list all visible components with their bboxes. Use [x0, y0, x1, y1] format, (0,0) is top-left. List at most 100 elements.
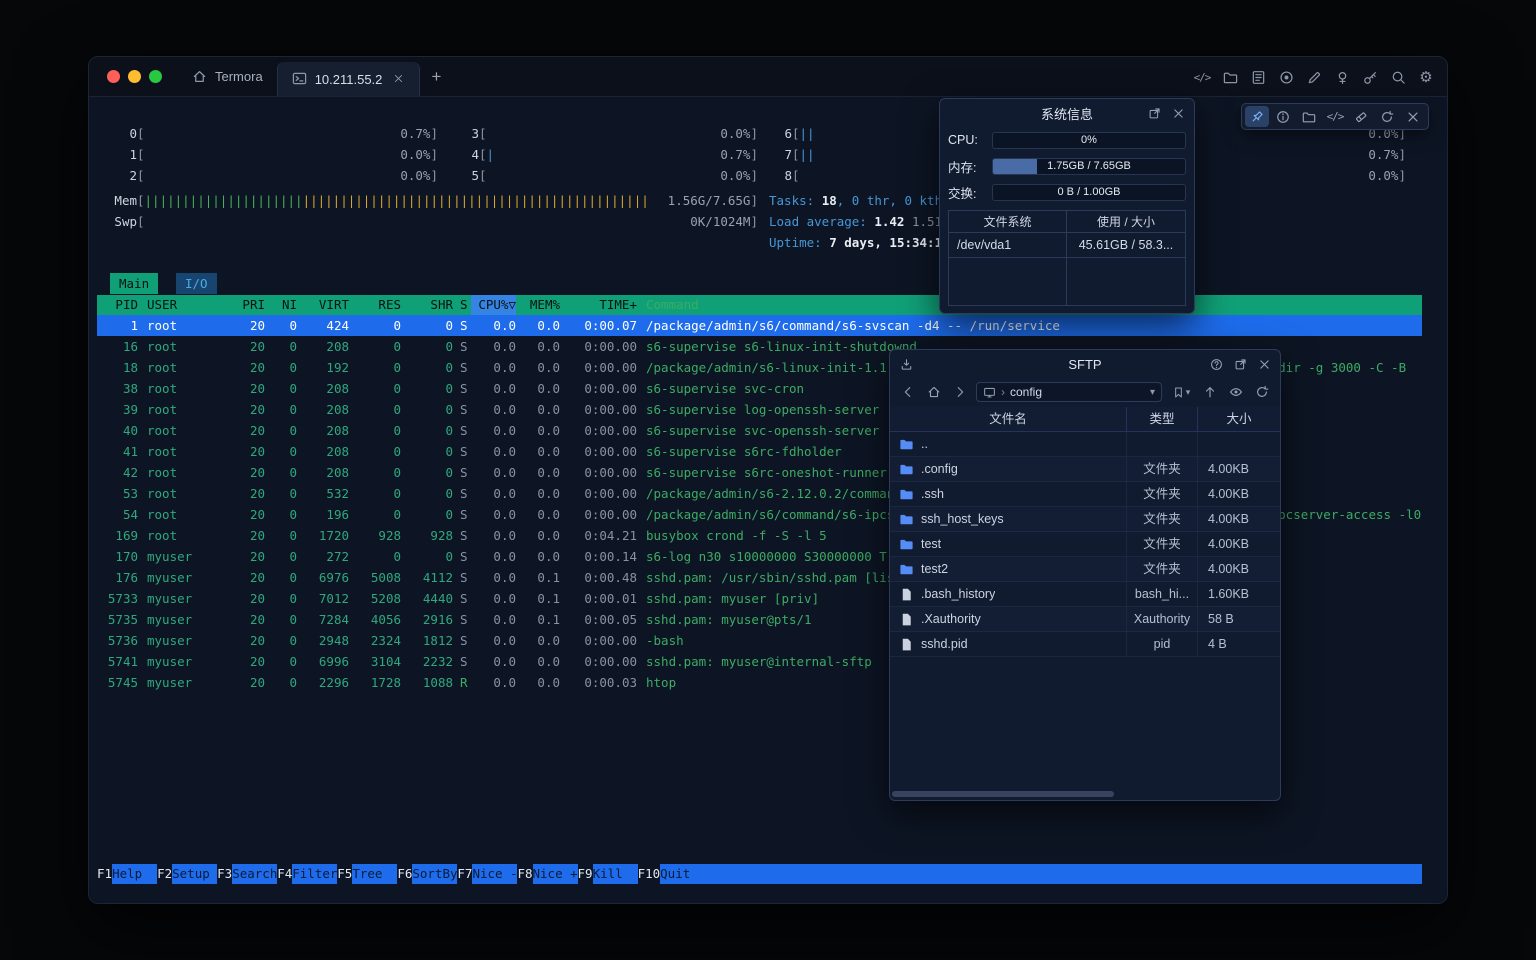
folder-icon: [899, 487, 914, 502]
probe-icon[interactable]: [1333, 68, 1351, 86]
current-folder[interactable]: config: [1010, 385, 1042, 399]
search-icon[interactable]: [1389, 68, 1407, 86]
close-panel-icon[interactable]: [1257, 357, 1272, 372]
fkey-f1[interactable]: F1: [97, 864, 112, 884]
col-mem[interactable]: MEM%: [516, 295, 560, 315]
fkey-f6[interactable]: F6: [397, 864, 412, 884]
back-icon[interactable]: [898, 382, 918, 402]
parent-directory-icon[interactable]: [1200, 382, 1220, 402]
new-tab-button[interactable]: +: [420, 57, 452, 96]
process-table-header[interactable]: PID USER PRI NI VIRT RES SHR S CPU%▽ MEM…: [97, 295, 1422, 315]
forward-icon[interactable]: [950, 382, 970, 402]
meter-value: 0K/1024M: [690, 211, 750, 232]
htop-tab-io[interactable]: I/O: [176, 273, 217, 294]
minimize-window-button[interactable]: [128, 70, 141, 83]
sftp-table-header[interactable]: 文件名 类型 大小: [890, 407, 1280, 432]
gear-icon[interactable]: ⚙: [1417, 68, 1435, 86]
close-panel-icon[interactable]: [1171, 106, 1186, 121]
col-time[interactable]: TIME+: [560, 295, 637, 315]
close-window-button[interactable]: [107, 70, 120, 83]
metric-row: CPU:0%: [940, 127, 1194, 153]
pin-icon[interactable]: [1245, 106, 1269, 127]
process-row-1[interactable]: 1root20042400S0.00.00:00.07/package/admi…: [97, 315, 1422, 336]
fkey-label-f4[interactable]: Filter: [292, 864, 337, 884]
fkey-label-f7[interactable]: Nice -: [472, 864, 517, 884]
sftp-file-row[interactable]: test文件夹4.00KB: [890, 532, 1280, 557]
fkey-label-f3[interactable]: Search: [232, 864, 277, 884]
journal-icon[interactable]: [1249, 68, 1267, 86]
scrollbar-thumb[interactable]: [892, 791, 1114, 797]
fkey-f7[interactable]: F7: [457, 864, 472, 884]
folder-icon[interactable]: [1297, 106, 1321, 127]
col-state[interactable]: S: [453, 295, 471, 315]
fkey-label-f8[interactable]: Nice +: [533, 864, 578, 884]
cpu-meter-3: 3[0.0%]: [456, 123, 758, 144]
fkey-f9[interactable]: F9: [578, 864, 593, 884]
fkey-label-f9[interactable]: Kill: [593, 864, 638, 884]
fkeys-filler: [705, 864, 1422, 884]
col-pid[interactable]: PID: [97, 295, 138, 315]
sftp-file-row[interactable]: .bash_historybash_hi...1.60KB: [890, 582, 1280, 607]
show-hidden-icon[interactable]: [1226, 382, 1246, 402]
col-cpu-sort[interactable]: CPU%▽: [471, 295, 516, 315]
transfers-icon[interactable]: [899, 357, 914, 372]
col-shr[interactable]: SHR: [401, 295, 453, 315]
htop-tab-main[interactable]: Main: [110, 273, 158, 294]
close-icon[interactable]: [1401, 106, 1425, 127]
open-in-window-icon[interactable]: [1147, 106, 1162, 121]
tab-termora-home[interactable]: Termora: [178, 57, 277, 96]
fkey-label-f10[interactable]: Quit: [660, 864, 705, 884]
fkey-f4[interactable]: F4: [277, 864, 292, 884]
eraser-icon[interactable]: [1349, 106, 1373, 127]
refresh-icon[interactable]: [1252, 382, 1272, 402]
fkey-label-f1[interactable]: Help: [112, 864, 157, 884]
metric-row: 交换:0 B / 1.00GB: [940, 179, 1194, 205]
filesystem-row: /dev/vda145.61GB / 58.3...: [949, 233, 1185, 258]
info-icon[interactable]: [1271, 106, 1295, 127]
sftp-file-row[interactable]: ssh_host_keys文件夹4.00KB: [890, 507, 1280, 532]
fkey-f10[interactable]: F10: [638, 864, 661, 884]
window-toolbar: </> ⚙: [1193, 57, 1435, 97]
meter-label: Mem: [114, 190, 137, 211]
folder-icon[interactable]: [1221, 68, 1239, 86]
fkey-f3[interactable]: F3: [217, 864, 232, 884]
fkey-f2[interactable]: F2: [157, 864, 172, 884]
fkey-label-f2[interactable]: Setup: [172, 864, 217, 884]
col-virt[interactable]: VIRT: [297, 295, 349, 315]
horizontal-scrollbar[interactable]: [892, 791, 1278, 797]
bookmarks-button[interactable]: ▾: [1168, 382, 1194, 402]
sftp-file-row[interactable]: .XauthorityXauthority58 B: [890, 607, 1280, 632]
col-res[interactable]: RES: [349, 295, 401, 315]
key-icon[interactable]: [1361, 68, 1379, 86]
col-pri[interactable]: PRI: [235, 295, 265, 315]
computer-icon: [983, 386, 996, 399]
record-icon[interactable]: [1277, 68, 1295, 86]
sftp-file-row[interactable]: .config文件夹4.00KB: [890, 457, 1280, 482]
fkey-f8[interactable]: F8: [517, 864, 532, 884]
sftp-file-row[interactable]: test2文件夹4.00KB: [890, 557, 1280, 582]
sftp-file-row[interactable]: .ssh文件夹4.00KB: [890, 482, 1280, 507]
code-icon[interactable]: </>: [1193, 68, 1211, 86]
tab-label: Termora: [215, 69, 263, 84]
sftp-file-row[interactable]: ..: [890, 432, 1280, 457]
col-ni[interactable]: NI: [265, 295, 297, 315]
zoom-window-button[interactable]: [149, 70, 162, 83]
fkey-label-f6[interactable]: SortBy: [412, 864, 457, 884]
sftp-file-row[interactable]: sshd.pidpid4 B: [890, 632, 1280, 657]
close-tab-icon[interactable]: [393, 73, 405, 85]
cpu-meter-4: 4[|0.7%]: [456, 144, 758, 165]
col-user[interactable]: USER: [138, 295, 235, 315]
refresh-icon[interactable]: [1375, 106, 1399, 127]
function-key-bar: F1HelpF2SetupF3SearchF4FilterF5TreeF6Sor…: [97, 864, 1422, 884]
sort-indicator-icon: ▽: [508, 297, 516, 312]
home-icon[interactable]: [924, 382, 944, 402]
pencil-icon[interactable]: [1305, 68, 1323, 86]
help-icon[interactable]: [1209, 357, 1224, 372]
path-breadcrumb[interactable]: › config ▾: [976, 382, 1162, 402]
tab-ssh-session[interactable]: 10.211.55.2: [277, 62, 421, 96]
code-icon[interactable]: </>: [1323, 106, 1347, 127]
fkey-f5[interactable]: F5: [337, 864, 352, 884]
open-in-window-icon[interactable]: [1233, 357, 1248, 372]
chevron-down-icon[interactable]: ▾: [1150, 387, 1155, 398]
fkey-label-f5[interactable]: Tree: [352, 864, 397, 884]
